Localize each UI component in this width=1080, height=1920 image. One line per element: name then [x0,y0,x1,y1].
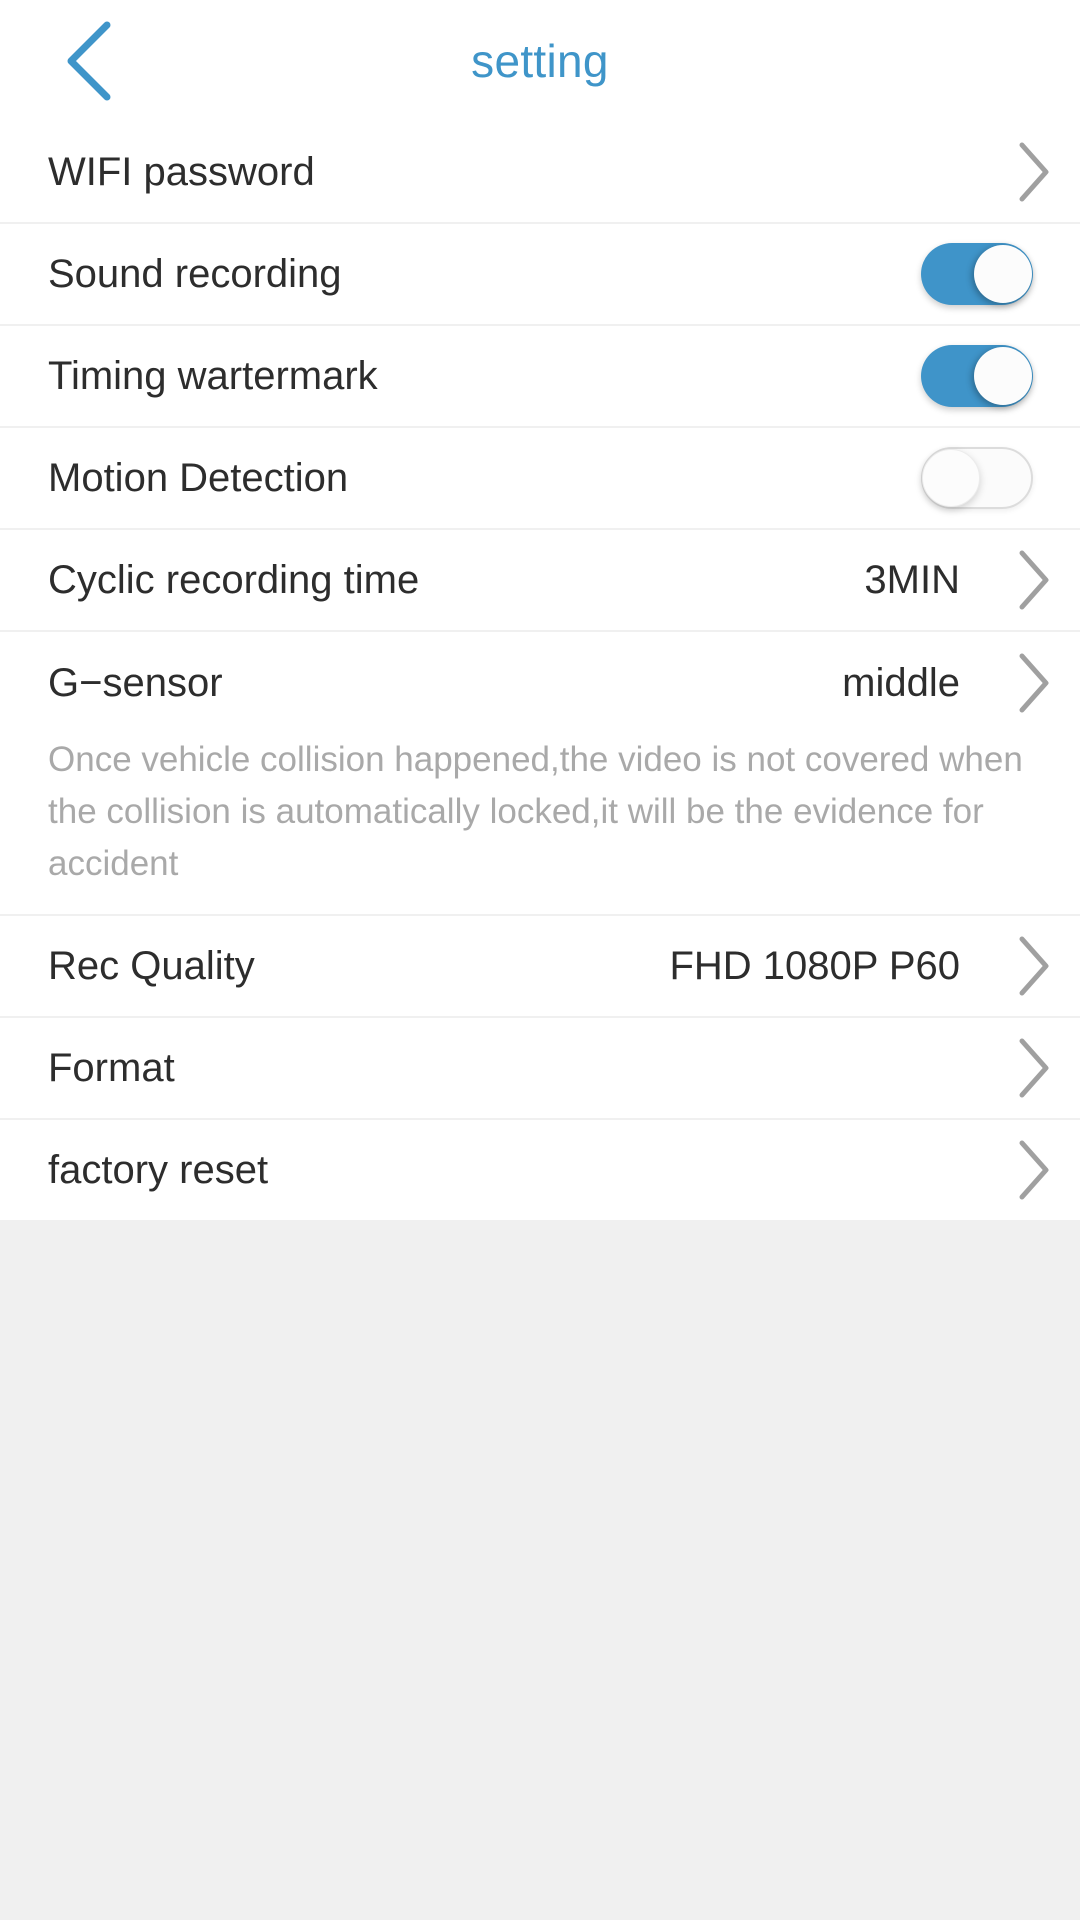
toggle-knob [922,449,980,507]
row-value: middle [842,660,960,705]
chevron-right-icon [988,1035,1080,1101]
page-title: setting [471,35,609,87]
row-label: Format [48,1045,175,1090]
settings-screen: setting WIFI password Sound recording Ti… [0,0,1080,1920]
row-label: Rec Quality [48,943,255,988]
settings-list: WIFI password Sound recording Timing war… [0,122,1080,1222]
settings-row-wifi-password[interactable]: WIFI password [0,122,1080,224]
back-button[interactable] [30,0,150,122]
settings-row-timing-watermark[interactable]: Timing wartermark [0,326,1080,428]
chevron-left-icon [67,21,111,101]
row-label: WIFI password [48,149,315,194]
g-sensor-description: Once vehicle collision happened,the vide… [48,740,1023,883]
toggle-knob [974,347,1032,405]
settings-row-format[interactable]: Format [0,1018,1080,1120]
settings-row-sound-recording[interactable]: Sound recording [0,224,1080,326]
motion-detection-toggle[interactable] [921,447,1033,509]
toggle-knob [974,245,1032,303]
settings-row-motion-detection[interactable]: Motion Detection [0,428,1080,530]
chevron-right-icon [988,139,1080,205]
app-header: setting [0,0,1080,122]
settings-row-factory-reset[interactable]: factory reset [0,1120,1080,1222]
toggle-container [902,243,1052,305]
row-label: factory reset [48,1147,269,1192]
row-label: Motion Detection [48,455,349,500]
chevron-right-icon [988,1137,1080,1203]
settings-row-cyclic-recording-time[interactable]: Cyclic recording time 3MIN [0,530,1080,632]
chevron-right-icon [988,547,1080,613]
sound-recording-toggle[interactable] [921,243,1033,305]
empty-area [0,1222,1080,1920]
row-label: Sound recording [48,251,342,296]
g-sensor-description-block: Once vehicle collision happened,the vide… [0,734,1080,916]
row-value: FHD 1080P P60 [669,943,960,988]
row-value: 3MIN [864,557,960,602]
toggle-container [902,447,1052,509]
timing-watermark-toggle[interactable] [921,345,1033,407]
chevron-right-icon [988,933,1080,999]
settings-row-rec-quality[interactable]: Rec Quality FHD 1080P P60 [0,916,1080,1018]
row-label: Cyclic recording time [48,557,420,602]
toggle-container [902,345,1052,407]
settings-row-g-sensor[interactable]: G−sensor middle [0,632,1080,734]
chevron-right-icon [988,650,1080,716]
row-label: Timing wartermark [48,353,378,398]
row-label: G−sensor [48,660,223,705]
